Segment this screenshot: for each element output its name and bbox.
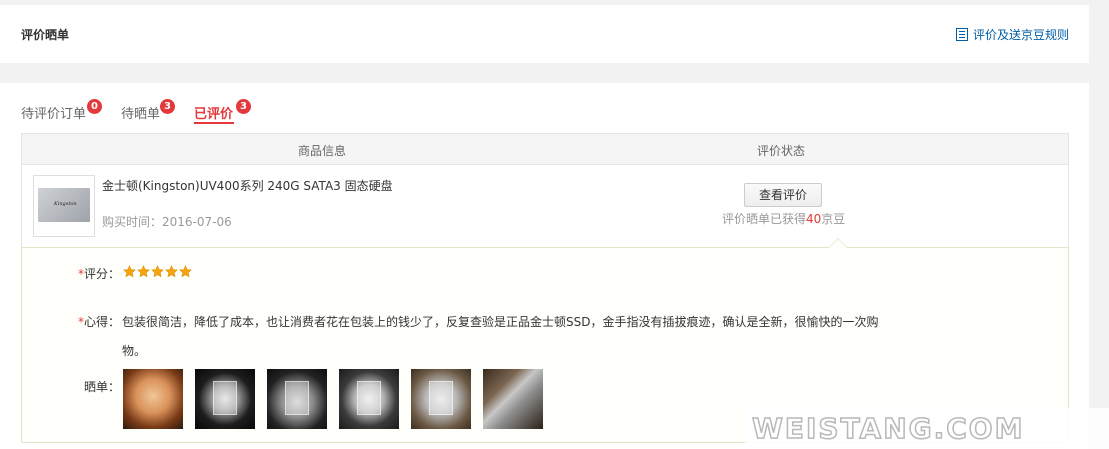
tab-label[interactable]: 已评价 bbox=[194, 107, 233, 122]
ssd-image: Kingston bbox=[38, 188, 90, 222]
reward-suffix: 京豆 bbox=[821, 212, 846, 226]
review-main-panel: 待评价订单 0 待晒单 3 已评价 3 商品信息 评价状态 Kingston 金… bbox=[0, 83, 1089, 449]
review-photo[interactable] bbox=[411, 369, 471, 429]
watermark: WEISTANG.COM bbox=[745, 408, 1109, 449]
purchase-time: 购买时间：2016-07-06 bbox=[102, 213, 232, 230]
reward-prefix: 评价晒单已获得 bbox=[722, 212, 807, 226]
brand-logo: Kingston bbox=[54, 201, 77, 207]
star-icon bbox=[165, 265, 178, 278]
table-header: 商品信息 评价状态 bbox=[21, 133, 1069, 165]
star-icon bbox=[179, 265, 192, 278]
review-photo[interactable] bbox=[339, 369, 399, 429]
count-badge: 3 bbox=[160, 99, 175, 114]
rating-label: *评分： bbox=[70, 265, 120, 282]
star-icon bbox=[137, 265, 150, 278]
page-title: 评价晒单 bbox=[21, 28, 70, 42]
view-review-button[interactable]: 查看评价 bbox=[744, 183, 822, 207]
watermark-text: WEISTANG.COM bbox=[751, 411, 1025, 446]
count-badge: 3 bbox=[236, 99, 251, 114]
review-photo[interactable] bbox=[195, 369, 255, 429]
product-name-link[interactable]: 金士顿(Kingston)UV400系列 240G SATA3 固态硬盘 bbox=[102, 177, 393, 194]
document-icon bbox=[955, 28, 968, 41]
star-icon bbox=[151, 265, 164, 278]
active-tab-underline bbox=[194, 122, 234, 124]
review-photo[interactable] bbox=[267, 369, 327, 429]
review-rules-link[interactable]: 评价及送京豆规则 bbox=[955, 26, 1069, 43]
column-header-status: 评价状态 bbox=[757, 144, 806, 158]
tab-pending-photos[interactable]: 待晒单 3 bbox=[121, 99, 175, 122]
review-photo[interactable] bbox=[123, 369, 183, 429]
ssd-shape bbox=[429, 381, 453, 415]
comment-label: *心得： bbox=[70, 308, 120, 337]
product-thumbnail[interactable]: Kingston bbox=[33, 175, 95, 237]
ssd-package-shape bbox=[213, 381, 237, 415]
review-photos bbox=[123, 369, 543, 429]
pointer-arrow-fill bbox=[829, 239, 847, 248]
star-icon bbox=[123, 265, 136, 278]
rating-label-text: 评分： bbox=[83, 267, 120, 281]
reward-status: 评价晒单已获得40京豆 bbox=[722, 210, 845, 227]
purchase-time-value: 2016-07-06 bbox=[162, 215, 232, 229]
review-header-panel: 评价晒单 评价及送京豆规则 bbox=[0, 5, 1089, 63]
rules-link-label[interactable]: 评价及送京豆规则 bbox=[973, 26, 1069, 43]
review-comment: 包装很简洁，降低了成本，也让消费者花在包装上的钱少了，反复查验是正品金士顿SSD… bbox=[122, 315, 879, 358]
ssd-package-shape bbox=[285, 381, 309, 415]
tab-pending-review[interactable]: 待评价订单 0 bbox=[21, 99, 102, 122]
reward-amount: 40 bbox=[806, 212, 822, 226]
ssd-shape bbox=[357, 381, 381, 415]
comment-label-text: 心得： bbox=[83, 315, 120, 329]
tab-label[interactable]: 待评价订单 bbox=[21, 107, 86, 122]
rating-stars bbox=[123, 265, 192, 278]
table-row: Kingston 金士顿(Kingston)UV400系列 240G SATA3… bbox=[21, 165, 1069, 247]
column-header-product: 商品信息 bbox=[298, 144, 347, 158]
photos-label: 晒单： bbox=[83, 380, 120, 394]
purchase-time-label: 购买时间： bbox=[102, 215, 163, 229]
tab-reviewed[interactable]: 已评价 3 bbox=[194, 99, 251, 124]
tab-label[interactable]: 待晒单 bbox=[121, 107, 160, 122]
review-photo[interactable] bbox=[483, 369, 543, 429]
count-badge: 0 bbox=[87, 99, 102, 114]
